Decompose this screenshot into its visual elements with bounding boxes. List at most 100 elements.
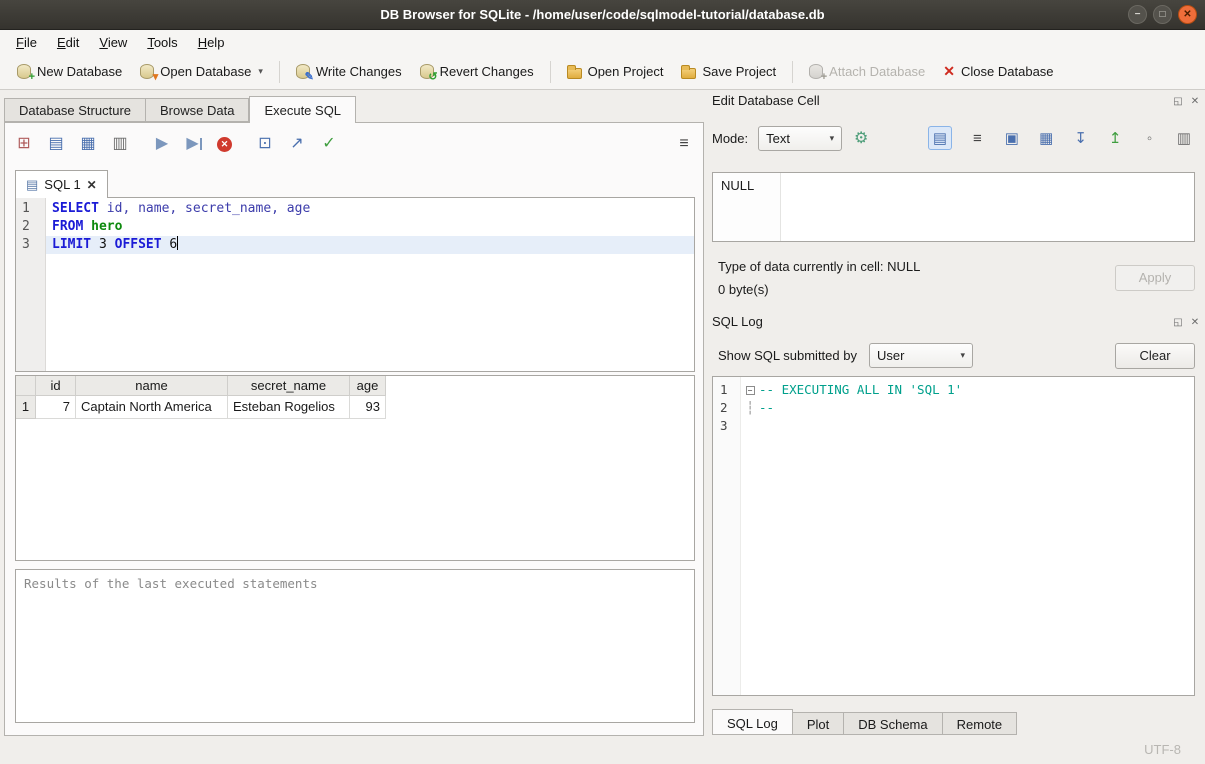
table-cell[interactable]: 93 <box>350 396 386 419</box>
encoding-indicator: UTF-8 <box>1144 742 1181 757</box>
table-cell[interactable]: Esteban Rogelios <box>228 396 350 419</box>
text-mode-icon[interactable]: ▤ <box>928 126 952 150</box>
menu-view[interactable]: View <box>89 32 137 53</box>
minimize-icon: − <box>1135 9 1141 20</box>
new-sql-tab-icon[interactable]: ⊞ <box>15 135 33 153</box>
column-header-name[interactable]: name <box>76 376 228 396</box>
table-cell[interactable]: Captain North America <box>76 396 228 419</box>
new-database-button[interactable]: + New Database <box>8 59 131 84</box>
stop-execution-icon[interactable]: ✕ <box>217 137 232 152</box>
close-database-button[interactable]: ✕ Close Database <box>934 58 1062 85</box>
tab-execute-sql[interactable]: Execute SQL <box>249 96 356 123</box>
title-bar[interactable]: DB Browser for SQLite - /home/user/code/… <box>0 0 1205 30</box>
sql-editor-line[interactable]: SELECT id, name, secret_name, age <box>46 200 694 218</box>
log-filter-select[interactable]: User ▾ <box>869 343 973 368</box>
menu-tools[interactable]: Tools <box>137 32 187 53</box>
results-message-pane: Results of the last executed statements <box>15 569 695 723</box>
column-header-id[interactable]: id <box>36 376 76 396</box>
sql-file-icon: ▤ <box>26 177 38 193</box>
project-save-icon <box>681 68 696 79</box>
close-button[interactable]: ✕ <box>1178 5 1197 24</box>
export-sql-icon[interactable]: ↗ <box>288 135 306 153</box>
close-dock-icon[interactable]: ✕ <box>1189 95 1201 107</box>
print-sql-icon[interactable]: ▥ <box>111 135 129 153</box>
open-sql-file-icon[interactable]: ▤ <box>47 135 65 153</box>
window-title: DB Browser for SQLite - /home/user/code/… <box>380 7 824 22</box>
import-data-icon[interactable]: ⚙ <box>852 130 870 148</box>
database-close-icon: ✕ <box>943 63 955 80</box>
menu-edit[interactable]: Edit <box>47 32 89 53</box>
save-project-label: Save Project <box>702 64 776 79</box>
tab-database-structure[interactable]: Database Structure <box>4 98 146 122</box>
set-null-icon[interactable]: ◦ <box>1141 129 1159 147</box>
row-header[interactable]: 1 <box>16 396 36 419</box>
sql-log-editor[interactable]: 123 −-- EXECUTING ALL IN 'SQL 1'┆-- <box>712 376 1195 696</box>
sql-tab-close-icon[interactable]: ✕ <box>87 178 97 192</box>
close-dock-icon[interactable]: ✕ <box>1189 316 1201 328</box>
clear-log-button[interactable]: Clear <box>1115 343 1195 369</box>
menu-file[interactable]: File <box>6 32 47 53</box>
dock-tab-remote[interactable]: Remote <box>943 712 1018 735</box>
import-cell-icon[interactable]: ↧ <box>1072 129 1090 147</box>
table-row[interactable]: 17Captain North AmericaEsteban Rogelios9… <box>16 396 694 419</box>
float-dock-icon[interactable]: ◱ <box>1172 95 1184 107</box>
close-icon: ✕ <box>1183 9 1191 20</box>
maximize-icon: □ <box>1159 9 1165 20</box>
dock-tab-plot[interactable]: Plot <box>793 712 844 735</box>
open-database-dropdown-icon[interactable]: ▾ <box>258 66 263 77</box>
table-cell[interactable]: 7 <box>36 396 76 419</box>
log-filter-row: Show SQL submitted by User ▾ <box>718 343 973 368</box>
save-sql-file-icon[interactable]: ▦ <box>79 135 97 153</box>
mode-select[interactable]: Text ▾ <box>758 126 842 151</box>
sql-editor[interactable]: 123 SELECT id, name, secret_name, ageFRO… <box>15 197 695 372</box>
grid-corner[interactable] <box>16 376 36 396</box>
execute-current-line-icon[interactable]: ▶ <box>185 135 203 153</box>
sql-token: SELECT <box>52 201 99 216</box>
word-wrap-icon[interactable]: ≡ <box>675 135 693 153</box>
tab-browse-data[interactable]: Browse Data <box>146 98 249 122</box>
cell-value-editor[interactable]: NULL <box>712 172 1195 242</box>
sql-editor-line[interactable]: LIMIT 3 OFFSET 6 <box>46 236 694 254</box>
cell-editor-canvas[interactable] <box>781 173 1194 241</box>
write-changes-button[interactable]: ✎ Write Changes <box>287 59 411 84</box>
results-grid[interactable]: idnamesecret_nameage 17Captain North Ame… <box>15 375 695 561</box>
export-cell-icon[interactable]: ↥ <box>1106 129 1124 147</box>
open-in-new-tab-icon[interactable]: ⊡ <box>256 135 274 153</box>
dock-tab-sql-log[interactable]: SQL Log <box>712 709 793 735</box>
editor-content[interactable]: SELECT id, name, secret_name, ageFROM he… <box>46 198 694 371</box>
format-sql-icon[interactable]: ✓ <box>320 135 338 153</box>
sql-log-title: SQL Log <box>712 314 763 329</box>
sql-tab-label: SQL 1 <box>44 177 80 192</box>
editor-line-numbers: 123 <box>16 198 46 371</box>
sql-editor-line[interactable]: FROM hero <box>46 218 694 236</box>
word-wrap-cell-icon[interactable]: ≡ <box>968 129 986 147</box>
open-database-button[interactable]: ▾ Open Database ▾ <box>131 59 272 84</box>
save-project-button[interactable]: Save Project <box>672 59 785 84</box>
sql-tab-bar: ▤ SQL 1 ✕ <box>15 170 108 197</box>
column-header-secret_name[interactable]: secret_name <box>228 376 350 396</box>
minimize-button[interactable]: − <box>1128 5 1147 24</box>
copy-cell-icon[interactable]: ▣ <box>1003 129 1021 147</box>
log-line: ┆-- <box>741 399 1194 417</box>
sql-tab-1[interactable]: ▤ SQL 1 ✕ <box>15 170 108 198</box>
float-dock-icon[interactable]: ◱ <box>1172 316 1184 328</box>
menu-help[interactable]: Help <box>188 32 235 53</box>
log-line-number: 2 <box>713 399 740 417</box>
dock-tab-db-schema[interactable]: DB Schema <box>844 712 942 735</box>
log-filter-label: Show SQL submitted by <box>718 348 857 363</box>
revert-changes-button[interactable]: ↺ Revert Changes <box>411 59 543 84</box>
log-line <box>741 417 1194 435</box>
log-filter-value: User <box>877 348 904 363</box>
toolbar-separator <box>279 61 280 83</box>
results-message: Results of the last executed statements <box>24 576 318 591</box>
execute-all-icon[interactable]: ▶ <box>153 135 171 153</box>
new-database-label: New Database <box>37 64 122 79</box>
fold-collapse-icon[interactable]: − <box>746 386 755 395</box>
open-project-button[interactable]: Open Project <box>558 59 673 84</box>
print-cell-icon[interactable]: ▥ <box>1175 129 1193 147</box>
maximize-button[interactable]: □ <box>1153 5 1172 24</box>
open-database-label: Open Database <box>160 64 251 79</box>
cell-size-info: 0 byte(s) <box>718 282 769 297</box>
save-cell-icon[interactable]: ▦ <box>1037 129 1055 147</box>
column-header-age[interactable]: age <box>350 376 386 396</box>
